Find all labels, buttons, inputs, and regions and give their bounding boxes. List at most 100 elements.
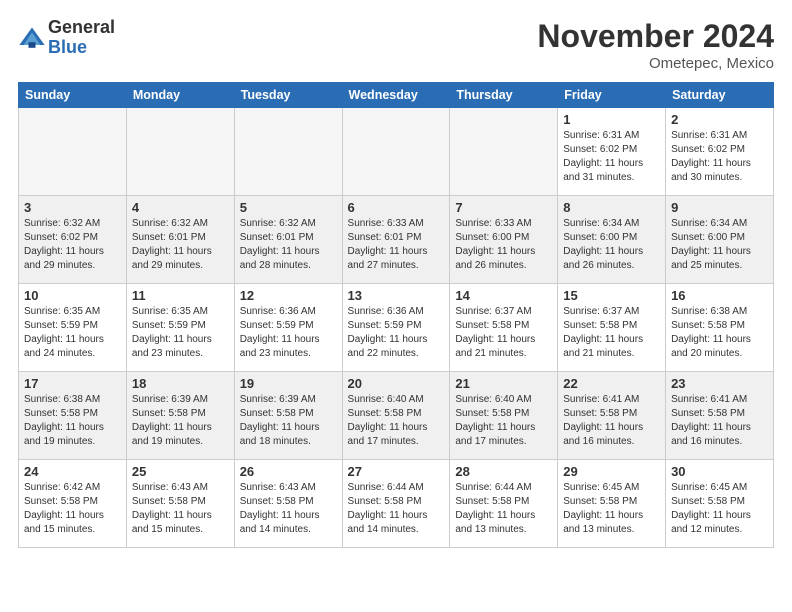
- day-info: Sunrise: 6:37 AM Sunset: 5:58 PM Dayligh…: [563, 305, 660, 361]
- day-info: Sunrise: 6:45 AM Sunset: 5:58 PM Dayligh…: [563, 481, 660, 537]
- location: Ometepec, Mexico: [537, 55, 774, 72]
- calendar-week-3: 10 Sunrise: 6:35 AM Sunset: 5:59 PM Dayli…: [19, 284, 774, 372]
- day-number: 30: [671, 464, 768, 479]
- col-tuesday: Tuesday: [234, 83, 342, 108]
- calendar-cell: 4Sunrise: 6:32 AM Sunset: 6:01 PM Daylig…: [126, 196, 234, 284]
- day-number: 7: [455, 200, 552, 215]
- day-info: Sunrise: 6:37 AM Sunset: 5:58 PM Dayligh…: [455, 305, 552, 361]
- calendar-cell: 11 Sunrise: 6:35 AM Sunset: 5:59 PM Dayli…: [126, 284, 234, 372]
- calendar: Sunday Monday Tuesday Wednesday Thursday…: [18, 82, 774, 548]
- calendar-cell: 21 Sunrise: 6:40 AM Sunset: 5:58 PM Dayli…: [450, 372, 558, 460]
- logo: General Blue: [18, 18, 115, 58]
- calendar-cell: 30 Sunrise: 6:45 AM Sunset: 5:58 PM Dayli…: [666, 460, 774, 548]
- day-number: 19: [240, 376, 337, 391]
- day-info: Sunrise: 6:45 AM Sunset: 5:58 PM Dayligh…: [671, 481, 768, 537]
- day-info: Sunrise: 6:40 AM Sunset: 5:58 PM Dayligh…: [455, 393, 552, 449]
- month-title: November 2024: [537, 18, 774, 55]
- calendar-cell: 29 Sunrise: 6:45 AM Sunset: 5:58 PM Dayli…: [558, 460, 666, 548]
- day-number: 5: [240, 200, 337, 215]
- day-info: Sunrise: 6:39 AM Sunset: 5:58 PM Dayligh…: [132, 393, 229, 449]
- day-number: 23: [671, 376, 768, 391]
- col-wednesday: Wednesday: [342, 83, 450, 108]
- calendar-cell: 7 Sunrise: 6:33 AM Sunset: 6:00 PM Daylig…: [450, 196, 558, 284]
- calendar-cell: 10Sunrise: 6:35 AM Sunset: 5:59 PM Dayli…: [19, 284, 127, 372]
- day-number: 28: [455, 464, 552, 479]
- calendar-cell: 20Sunrise: 6:40 AM Sunset: 5:58 PM Dayli…: [342, 372, 450, 460]
- day-info: Sunrise: 6:36 AM Sunset: 5:59 PM Dayligh…: [348, 305, 445, 361]
- day-info: Sunrise: 6:32 AM Sunset: 6:02 PM Dayligh…: [24, 217, 121, 273]
- col-thursday: Thursday: [450, 83, 558, 108]
- header: General Blue November 2024 Ometepec, Mex…: [18, 18, 774, 72]
- calendar-cell: 25 Sunrise: 6:43 AM Sunset: 5:58 PM Dayli…: [126, 460, 234, 548]
- calendar-cell: [126, 108, 234, 196]
- day-number: 9: [671, 200, 768, 215]
- day-number: 21: [455, 376, 552, 391]
- calendar-week-4: 17 Sunrise: 6:38 AM Sunset: 5:58 PM Dayli…: [19, 372, 774, 460]
- calendar-cell: 28 Sunrise: 6:44 AM Sunset: 5:58 PM Dayli…: [450, 460, 558, 548]
- day-number: 11: [132, 288, 229, 303]
- col-saturday: Saturday: [666, 83, 774, 108]
- day-info: Sunrise: 6:41 AM Sunset: 5:58 PM Dayligh…: [671, 393, 768, 449]
- day-info: Sunrise: 6:39 AM Sunset: 5:58 PM Dayligh…: [240, 393, 337, 449]
- calendar-cell: 24Sunrise: 6:42 AM Sunset: 5:58 PM Dayli…: [19, 460, 127, 548]
- calendar-week-1: 1Sunrise: 6:31 AM Sunset: 6:02 PM Daylig…: [19, 108, 774, 196]
- day-info: Sunrise: 6:31 AM Sunset: 6:02 PM Dayligh…: [563, 129, 660, 185]
- day-number: 29: [563, 464, 660, 479]
- day-info: Sunrise: 6:33 AM Sunset: 6:00 PM Dayligh…: [455, 217, 552, 273]
- day-info: Sunrise: 6:38 AM Sunset: 5:58 PM Dayligh…: [671, 305, 768, 361]
- calendar-cell: 8 Sunrise: 6:34 AM Sunset: 6:00 PM Daylig…: [558, 196, 666, 284]
- day-info: Sunrise: 6:43 AM Sunset: 5:58 PM Dayligh…: [240, 481, 337, 537]
- logo-icon: [18, 24, 46, 52]
- calendar-cell: 17 Sunrise: 6:38 AM Sunset: 5:58 PM Dayli…: [19, 372, 127, 460]
- calendar-cell: 2Sunrise: 6:31 AM Sunset: 6:02 PM Daylig…: [666, 108, 774, 196]
- day-info: Sunrise: 6:41 AM Sunset: 5:58 PM Dayligh…: [563, 393, 660, 449]
- col-sunday: Sunday: [19, 83, 127, 108]
- calendar-cell: 12Sunrise: 6:36 AM Sunset: 5:59 PM Dayli…: [234, 284, 342, 372]
- day-number: 6: [348, 200, 445, 215]
- calendar-cell: [19, 108, 127, 196]
- logo-text: General Blue: [48, 18, 115, 58]
- calendar-cell: 3Sunrise: 6:32 AM Sunset: 6:02 PM Daylig…: [19, 196, 127, 284]
- calendar-cell: [450, 108, 558, 196]
- day-number: 14: [455, 288, 552, 303]
- day-number: 20: [348, 376, 445, 391]
- day-info: Sunrise: 6:31 AM Sunset: 6:02 PM Dayligh…: [671, 129, 768, 185]
- calendar-cell: 13Sunrise: 6:36 AM Sunset: 5:59 PM Dayli…: [342, 284, 450, 372]
- day-info: Sunrise: 6:38 AM Sunset: 5:58 PM Dayligh…: [24, 393, 121, 449]
- day-number: 25: [132, 464, 229, 479]
- calendar-cell: 9 Sunrise: 6:34 AM Sunset: 6:00 PM Daylig…: [666, 196, 774, 284]
- calendar-cell: [342, 108, 450, 196]
- logo-general: General: [48, 18, 115, 38]
- calendar-cell: 6Sunrise: 6:33 AM Sunset: 6:01 PM Daylig…: [342, 196, 450, 284]
- day-number: 12: [240, 288, 337, 303]
- day-number: 27: [348, 464, 445, 479]
- calendar-cell: 27 Sunrise: 6:44 AM Sunset: 5:58 PM Dayli…: [342, 460, 450, 548]
- calendar-cell: [234, 108, 342, 196]
- calendar-cell: 1Sunrise: 6:31 AM Sunset: 6:02 PM Daylig…: [558, 108, 666, 196]
- day-number: 8: [563, 200, 660, 215]
- day-number: 10: [24, 288, 121, 303]
- day-number: 18: [132, 376, 229, 391]
- day-info: Sunrise: 6:43 AM Sunset: 5:58 PM Dayligh…: [132, 481, 229, 537]
- day-info: Sunrise: 6:44 AM Sunset: 5:58 PM Dayligh…: [348, 481, 445, 537]
- calendar-week-2: 3Sunrise: 6:32 AM Sunset: 6:02 PM Daylig…: [19, 196, 774, 284]
- calendar-cell: 16 Sunrise: 6:38 AM Sunset: 5:58 PM Dayli…: [666, 284, 774, 372]
- col-monday: Monday: [126, 83, 234, 108]
- calendar-cell: 26 Sunrise: 6:43 AM Sunset: 5:58 PM Dayli…: [234, 460, 342, 548]
- day-info: Sunrise: 6:34 AM Sunset: 6:00 PM Dayligh…: [563, 217, 660, 273]
- day-info: Sunrise: 6:34 AM Sunset: 6:00 PM Dayligh…: [671, 217, 768, 273]
- calendar-week-5: 24Sunrise: 6:42 AM Sunset: 5:58 PM Dayli…: [19, 460, 774, 548]
- calendar-cell: 19 Sunrise: 6:39 AM Sunset: 5:58 PM Dayli…: [234, 372, 342, 460]
- day-number: 26: [240, 464, 337, 479]
- day-number: 22: [563, 376, 660, 391]
- day-info: Sunrise: 6:35 AM Sunset: 5:59 PM Dayligh…: [132, 305, 229, 361]
- col-friday: Friday: [558, 83, 666, 108]
- day-number: 24: [24, 464, 121, 479]
- day-info: Sunrise: 6:32 AM Sunset: 6:01 PM Dayligh…: [240, 217, 337, 273]
- day-number: 17: [24, 376, 121, 391]
- calendar-cell: 15Sunrise: 6:37 AM Sunset: 5:58 PM Dayli…: [558, 284, 666, 372]
- calendar-header-row: Sunday Monday Tuesday Wednesday Thursday…: [19, 83, 774, 108]
- page: General Blue November 2024 Ometepec, Mex…: [0, 0, 792, 612]
- day-info: Sunrise: 6:44 AM Sunset: 5:58 PM Dayligh…: [455, 481, 552, 537]
- day-number: 16: [671, 288, 768, 303]
